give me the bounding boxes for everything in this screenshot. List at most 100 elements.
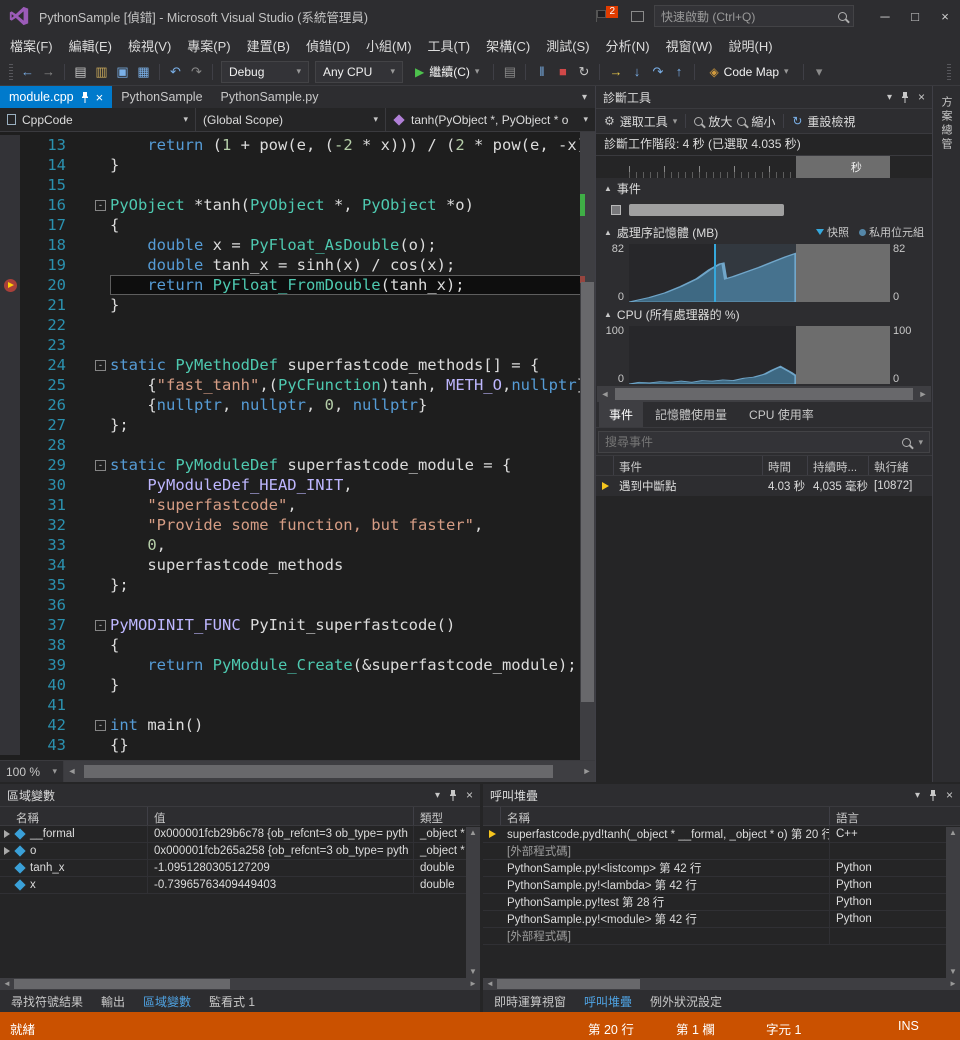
callstack-vertical-scrollbar[interactable]: ▲ ▼	[946, 827, 960, 978]
toolbar-overflow-icon[interactable]: ▾	[810, 63, 829, 81]
step-into-icon[interactable]: ↓	[627, 63, 646, 80]
notifications-flag-icon[interactable]: 2	[595, 9, 609, 23]
callstack-horizontal-scrollbar[interactable]: ◄ ►	[483, 978, 960, 990]
save-all-icon[interactable]: ▦	[134, 63, 153, 81]
menu-item[interactable]: 分析(N)	[598, 32, 658, 59]
solution-explorer-autohide-tab[interactable]: 方案總管	[938, 96, 954, 782]
locals-row[interactable]: __formal0x000001fcb29b6c78 {ob_refcnt=3 …	[0, 826, 480, 843]
code-line[interactable]: 22	[0, 315, 595, 335]
expander-icon[interactable]	[4, 830, 10, 838]
project-dropdown[interactable]: CppCode ▾	[0, 108, 196, 131]
close-icon[interactable]: ×	[946, 788, 953, 802]
code-line[interactable]: 15	[0, 175, 595, 195]
code-line[interactable]: 18 double x = PyFloat_AsDouble(o);	[0, 235, 595, 255]
scroll-down-icon[interactable]: ▼	[466, 966, 480, 978]
code-line[interactable]: 38{	[0, 635, 595, 655]
column-header-event[interactable]: 事件	[614, 456, 763, 475]
breakpoint-gutter[interactable]	[0, 215, 20, 235]
code-line[interactable]: 32 "Provide some function, but faster",	[0, 515, 595, 535]
close-icon[interactable]: ×	[918, 90, 925, 104]
breakpoint-gutter[interactable]	[0, 255, 20, 275]
breakpoint-gutter[interactable]	[0, 535, 20, 555]
breakpoint-gutter[interactable]	[0, 455, 20, 475]
scrollbar-thumb[interactable]	[14, 979, 230, 989]
scroll-left-icon[interactable]: ◄	[64, 761, 80, 782]
callstack-row[interactable]: [外部程式碼]	[483, 843, 960, 860]
scroll-left-icon[interactable]: ◄	[0, 978, 14, 990]
events-section-header[interactable]: ▲ 事件	[596, 178, 932, 198]
breakpoint-gutter[interactable]	[0, 195, 20, 215]
nav-back-icon[interactable]: ←	[18, 63, 37, 80]
code-line[interactable]: 20 return PyFloat_FromDouble(tanh_x);	[0, 275, 595, 295]
scope-dropdown[interactable]: (Global Scope) ▾	[196, 108, 386, 131]
menu-item[interactable]: 檢視(V)	[120, 32, 179, 59]
doc-tab[interactable]: module.cpp×	[0, 86, 112, 108]
window-position-icon[interactable]: ▾	[915, 790, 920, 801]
menu-item[interactable]: 視窗(W)	[658, 32, 721, 59]
events-track[interactable]	[596, 198, 932, 222]
panel-tab[interactable]: 呼叫堆疊	[576, 990, 640, 1013]
chevron-down-icon[interactable]: ▾	[918, 437, 923, 448]
debug-config-dropdown[interactable]: Debug▾	[221, 61, 309, 83]
undo-icon[interactable]: ↶	[166, 63, 185, 81]
callstack-row[interactable]: superfastcode.pyd!tanh(_object * __forma…	[483, 826, 960, 843]
panel-tab[interactable]: 即時運算視窗	[486, 990, 574, 1013]
breakpoint-gutter[interactable]	[0, 515, 20, 535]
diagnostics-header[interactable]: 診斷工具 ▾ ×	[596, 86, 932, 108]
code-line[interactable]: 39 return PyModule_Create(&superfastcode…	[0, 655, 595, 675]
events-search-box[interactable]: ▾	[598, 431, 930, 453]
toolbar-grip-2[interactable]	[947, 64, 951, 80]
scrollbar-thumb[interactable]	[497, 979, 640, 989]
open-file-icon[interactable]: ▥	[92, 63, 111, 81]
locals-horizontal-scrollbar[interactable]: ◄ ►	[0, 978, 480, 990]
code-line[interactable]: 35};	[0, 575, 595, 595]
column-header-language[interactable]: 語言	[830, 807, 960, 825]
column-header-thread[interactable]: 執行緒	[869, 456, 932, 475]
nav-forward-icon[interactable]: →	[39, 63, 58, 80]
column-header-duration[interactable]: 持續時...	[808, 456, 869, 475]
breakpoint-gutter[interactable]	[0, 335, 20, 355]
show-next-statement-icon[interactable]: →	[606, 63, 625, 80]
code-line[interactable]: 30 PyModuleDef_HEAD_INIT,	[0, 475, 595, 495]
menu-item[interactable]: 測試(S)	[538, 32, 597, 59]
expander-icon[interactable]	[4, 847, 10, 855]
menu-item[interactable]: 專案(P)	[179, 32, 238, 59]
breakpoint-gutter[interactable]	[0, 735, 20, 755]
member-dropdown[interactable]: tanh(PyObject *, PyObject * o ▾	[386, 108, 595, 131]
restart-icon[interactable]: ↻	[574, 63, 593, 81]
search-icon[interactable]	[902, 438, 911, 447]
cpu-section-header[interactable]: ▲ CPU (所有處理器的 %)	[596, 304, 932, 324]
pin-icon[interactable]	[901, 92, 909, 103]
locals-vertical-scrollbar[interactable]: ▲ ▼	[466, 827, 480, 978]
window-position-icon[interactable]: ▾	[887, 92, 892, 103]
pin-icon[interactable]	[929, 790, 937, 801]
scroll-right-icon[interactable]: ►	[466, 978, 480, 990]
redo-icon[interactable]: ↷	[187, 63, 206, 81]
platform-dropdown[interactable]: Any CPU▾	[315, 61, 403, 83]
breakpoint-gutter[interactable]	[0, 355, 20, 375]
breakpoint-gutter[interactable]	[0, 175, 20, 195]
fold-collapse-icon[interactable]: -	[72, 715, 110, 735]
menu-item[interactable]: 架構(C)	[478, 32, 538, 59]
callstack-row[interactable]: PythonSample.py!<module> 第 42 行Python	[483, 911, 960, 928]
scroll-right-icon[interactable]: ►	[946, 978, 960, 990]
breakpoint-gutter[interactable]	[0, 295, 20, 315]
code-map-button[interactable]: ◈Code Map▾	[701, 61, 796, 83]
scroll-down-icon[interactable]: ▼	[946, 966, 960, 978]
breakpoint-gutter[interactable]	[0, 415, 20, 435]
maximize-button[interactable]: □	[900, 2, 930, 30]
fold-collapse-icon[interactable]: -	[72, 355, 110, 375]
breakpoint-gutter[interactable]	[0, 315, 20, 335]
column-header-type[interactable]: 類型	[414, 807, 480, 825]
pin-icon[interactable]	[81, 92, 89, 103]
zoom-dropdown[interactable]: 100 % ▾	[0, 761, 64, 782]
code-line[interactable]: 24-static PyMethodDef superfastcode_meth…	[0, 355, 595, 375]
diagnostics-tab[interactable]: 事件	[599, 402, 643, 427]
breakpoint-gutter[interactable]	[0, 555, 20, 575]
window-position-icon[interactable]: ▾	[435, 790, 440, 801]
locals-row[interactable]: x-0.73965763409449403double	[0, 877, 480, 894]
locals-row[interactable]: tanh_x-1.0951280305127209double	[0, 860, 480, 877]
event-row[interactable]: 遇到中斷點4.03 秒4,035 毫秒[10872]	[596, 476, 932, 496]
panel-tab[interactable]: 例外狀況設定	[642, 990, 730, 1013]
breakpoint-gutter[interactable]	[0, 475, 20, 495]
